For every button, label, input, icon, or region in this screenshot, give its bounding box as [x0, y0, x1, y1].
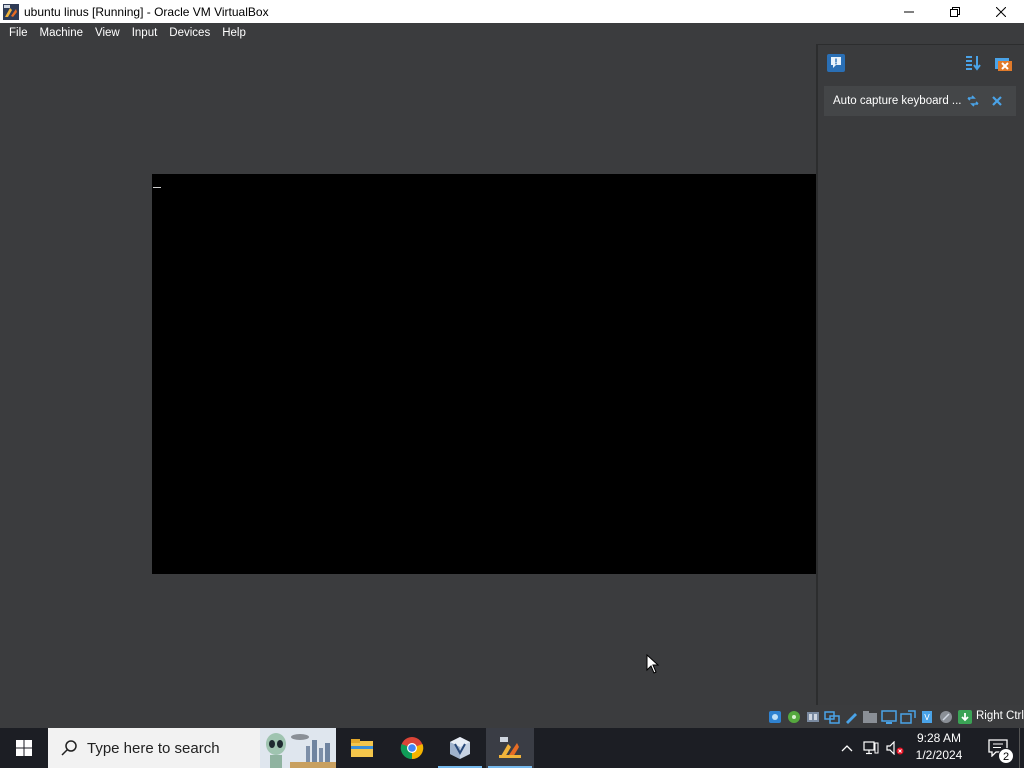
hard-disk-icon[interactable] [767, 709, 783, 725]
restore-icon [950, 6, 960, 17]
sort-icon[interactable] [963, 53, 983, 73]
title-bar: ubuntu linus [Running] - Oracle VM Virtu… [0, 0, 1024, 23]
action-center-button[interactable]: 2 [978, 728, 1018, 768]
svg-text:V: V [924, 713, 930, 722]
notification-item[interactable]: Auto capture keyboard ... [824, 86, 1016, 116]
mouse-pointer-icon [646, 654, 660, 674]
taskbar-search-box[interactable]: Type here to search [48, 728, 336, 768]
tray-volume[interactable] [884, 728, 906, 768]
menu-devices[interactable]: Devices [163, 23, 216, 43]
menu-bar: File Machine View Input Devices Help [0, 23, 1024, 43]
optical-drive-icon[interactable] [786, 709, 802, 725]
keyboard-icon[interactable] [957, 709, 973, 725]
network-icon[interactable] [824, 709, 840, 725]
taskbar-virtualbox-vm[interactable] [486, 728, 534, 768]
restore-button[interactable] [932, 0, 978, 23]
search-placeholder: Type here to search [87, 739, 220, 757]
menu-view[interactable]: View [89, 23, 126, 43]
vm-display[interactable] [152, 174, 817, 574]
close-icon [996, 6, 1006, 17]
toggle-icon[interactable] [966, 94, 980, 108]
start-button[interactable] [0, 728, 48, 768]
minimize-button[interactable] [886, 0, 932, 23]
display-icon[interactable] [881, 709, 897, 725]
window-controls [886, 0, 1024, 23]
search-icon [61, 740, 77, 756]
close-icon[interactable] [990, 94, 1004, 108]
file-explorer-icon [351, 739, 373, 757]
text-cursor [153, 187, 161, 188]
status-icons: V [767, 709, 976, 725]
search-highlight-illustration [260, 728, 336, 768]
taskbar-chrome[interactable] [388, 728, 436, 768]
network-status-icon [863, 741, 879, 755]
menu-input[interactable]: Input [126, 23, 164, 43]
close-button[interactable] [978, 0, 1024, 23]
usb-icon[interactable] [843, 709, 859, 725]
notification-center-panel: Auto capture keyboard ... [816, 44, 1024, 705]
clock-time: 9:28 AM [916, 731, 962, 745]
menu-file[interactable]: File [3, 23, 34, 43]
host-key-label: Right Ctrl [976, 710, 1024, 722]
windows-logo-icon [16, 740, 32, 756]
virtualbox-manager-icon [450, 737, 470, 759]
message-icon[interactable] [826, 53, 846, 73]
notification-count-badge: 2 [998, 748, 1014, 764]
shared-folders-icon[interactable] [862, 709, 878, 725]
virtualbox-app-icon [3, 3, 19, 20]
recording-icon[interactable] [900, 709, 916, 725]
chevron-up-icon [841, 745, 853, 752]
mouse-integration-icon[interactable] [938, 709, 954, 725]
clock-date: 1/2/2024 [915, 748, 963, 762]
notification-text: Auto capture keyboard ... [833, 95, 962, 107]
virtualbox-vm-icon [499, 737, 521, 758]
windows-taskbar: Type here to search 9:28 AM 1/2/2024 2 [0, 728, 1024, 768]
volume-muted-icon [886, 741, 904, 755]
taskbar-virtualbox-manager[interactable] [436, 728, 484, 768]
show-desktop-button[interactable] [1019, 728, 1024, 768]
menu-help[interactable]: Help [216, 23, 252, 43]
audio-icon[interactable] [805, 709, 821, 725]
window-title: ubuntu linus [Running] - Oracle VM Virtu… [24, 4, 269, 19]
minimize-icon [904, 11, 914, 12]
vm-status-bar: V Right Ctrl [0, 706, 1024, 728]
chrome-icon [400, 737, 424, 760]
taskbar-clock[interactable]: 9:28 AM 1/2/2024 [906, 730, 972, 766]
tray-show-hidden[interactable] [836, 728, 858, 768]
taskbar-file-explorer[interactable] [338, 728, 386, 768]
cpu-icon[interactable]: V [919, 709, 935, 725]
dismiss-all-icon[interactable] [993, 53, 1013, 73]
menu-machine[interactable]: Machine [34, 23, 89, 43]
tray-network[interactable] [860, 728, 882, 768]
